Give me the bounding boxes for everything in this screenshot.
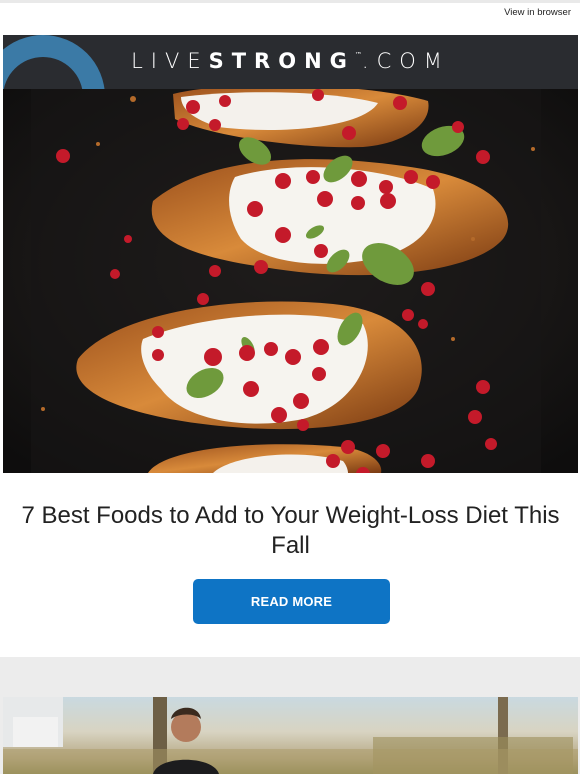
sweet-potato-illustration — [3, 89, 578, 473]
logo-part-com: .COM — [361, 49, 450, 73]
hero-image[interactable] — [3, 89, 578, 473]
article-card: LIVESTRONG™.COM 7 Best Foods to Add to Y… — [3, 35, 578, 657]
brand-header: LIVESTRONG™.COM — [3, 35, 578, 89]
article-headline[interactable]: 7 Best Foods to Add to Your Weight-Loss … — [3, 501, 578, 561]
read-more-button[interactable]: READ MORE — [193, 579, 390, 624]
second-article-image[interactable] — [3, 697, 578, 774]
view-in-browser-link[interactable]: View in browser — [504, 7, 571, 18]
logo-part-strong: STRONG — [208, 49, 355, 73]
trainer-photo — [3, 697, 578, 774]
logo-part-live: LIVE — [131, 49, 209, 73]
logo-trademark: ™ — [354, 51, 362, 59]
top-divider — [0, 0, 580, 3]
site-logo[interactable]: LIVESTRONG™.COM — [3, 49, 578, 73]
